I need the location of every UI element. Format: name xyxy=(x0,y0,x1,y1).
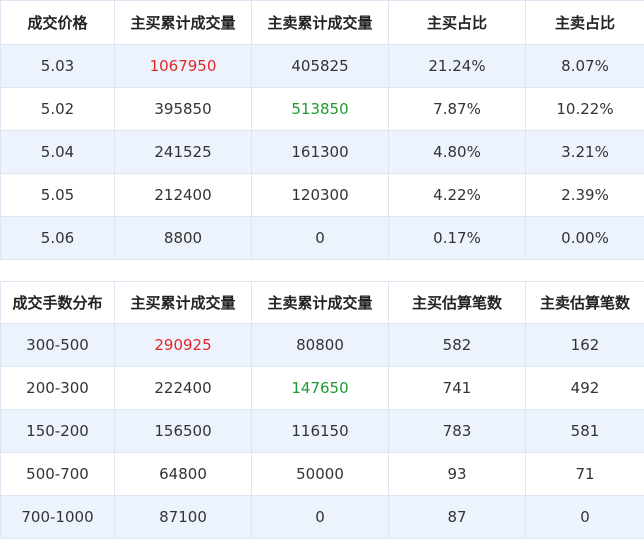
table-spacer xyxy=(0,260,644,281)
column-header-buy-ratio: 主买占比 xyxy=(389,1,526,45)
cell-buy-volume: 156500 xyxy=(115,410,252,453)
cell-sell-count: 0 xyxy=(526,496,644,539)
cell-buy-count: 93 xyxy=(389,453,526,496)
column-header-buy-count: 主买估算笔数 xyxy=(389,282,526,324)
table-row: 700-1000 87100 0 87 0 xyxy=(1,496,644,539)
cell-sell-ratio: 2.39% xyxy=(526,174,644,217)
cell-sell-volume: 513850 xyxy=(252,88,389,131)
cell-buy-volume: 87100 xyxy=(115,496,252,539)
column-header-sell-count: 主卖估算笔数 xyxy=(526,282,644,324)
column-header-sell-ratio: 主卖占比 xyxy=(526,1,644,45)
cell-buy-count: 87 xyxy=(389,496,526,539)
cell-price: 5.04 xyxy=(1,131,115,174)
cell-sell-ratio: 3.21% xyxy=(526,131,644,174)
table-row: 5.02 395850 513850 7.87% 10.22% xyxy=(1,88,644,131)
cell-buy-volume: 241525 xyxy=(115,131,252,174)
cell-sell-volume: 147650 xyxy=(252,367,389,410)
cell-sell-volume: 405825 xyxy=(252,45,389,88)
table-row: 200-300 222400 147650 741 492 xyxy=(1,367,644,410)
cell-sell-volume: 50000 xyxy=(252,453,389,496)
cell-price: 5.05 xyxy=(1,174,115,217)
table-row: 150-200 156500 116150 783 581 xyxy=(1,410,644,453)
table-header-row: 成交价格 主买累计成交量 主卖累计成交量 主买占比 主卖占比 xyxy=(1,1,644,45)
cell-buy-count: 783 xyxy=(389,410,526,453)
table-row: 500-700 64800 50000 93 71 xyxy=(1,453,644,496)
column-header-sell-volume: 主卖累计成交量 xyxy=(252,282,389,324)
cell-buy-volume: 1067950 xyxy=(115,45,252,88)
cell-buy-ratio: 0.17% xyxy=(389,217,526,260)
cell-sell-count: 581 xyxy=(526,410,644,453)
cell-buy-volume: 395850 xyxy=(115,88,252,131)
table-header-row: 成交手数分布 主买累计成交量 主卖累计成交量 主买估算笔数 主卖估算笔数 xyxy=(1,282,644,324)
cell-buy-volume: 222400 xyxy=(115,367,252,410)
cell-sell-ratio: 8.07% xyxy=(526,45,644,88)
cell-sell-count: 71 xyxy=(526,453,644,496)
column-header-sell-volume: 主卖累计成交量 xyxy=(252,1,389,45)
cell-buy-ratio: 7.87% xyxy=(389,88,526,131)
cell-buy-count: 582 xyxy=(389,324,526,367)
cell-sell-volume: 0 xyxy=(252,496,389,539)
cell-sell-count: 162 xyxy=(526,324,644,367)
table-row: 5.05 212400 120300 4.22% 2.39% xyxy=(1,174,644,217)
price-distribution-table: 成交价格 主买累计成交量 主卖累计成交量 主买占比 主卖占比 5.03 1067… xyxy=(0,0,644,260)
column-header-buy-volume: 主买累计成交量 xyxy=(115,1,252,45)
cell-buy-count: 741 xyxy=(389,367,526,410)
cell-sell-ratio: 0.00% xyxy=(526,217,644,260)
cell-lot-size: 200-300 xyxy=(1,367,115,410)
cell-buy-ratio: 21.24% xyxy=(389,45,526,88)
table-row: 5.03 1067950 405825 21.24% 8.07% xyxy=(1,45,644,88)
cell-sell-volume: 116150 xyxy=(252,410,389,453)
table-row: 5.04 241525 161300 4.80% 3.21% xyxy=(1,131,644,174)
cell-sell-volume: 161300 xyxy=(252,131,389,174)
cell-buy-volume: 290925 xyxy=(115,324,252,367)
table-row: 5.06 8800 0 0.17% 0.00% xyxy=(1,217,644,260)
cell-price: 5.02 xyxy=(1,88,115,131)
cell-buy-volume: 64800 xyxy=(115,453,252,496)
cell-sell-volume: 0 xyxy=(252,217,389,260)
column-header-buy-volume: 主买累计成交量 xyxy=(115,282,252,324)
cell-lot-size: 700-1000 xyxy=(1,496,115,539)
cell-buy-ratio: 4.80% xyxy=(389,131,526,174)
cell-sell-ratio: 10.22% xyxy=(526,88,644,131)
lot-size-distribution-table: 成交手数分布 主买累计成交量 主卖累计成交量 主买估算笔数 主卖估算笔数 300… xyxy=(0,281,644,539)
cell-lot-size: 500-700 xyxy=(1,453,115,496)
cell-buy-volume: 212400 xyxy=(115,174,252,217)
cell-sell-count: 492 xyxy=(526,367,644,410)
cell-buy-ratio: 4.22% xyxy=(389,174,526,217)
cell-price: 5.06 xyxy=(1,217,115,260)
cell-price: 5.03 xyxy=(1,45,115,88)
column-header-price: 成交价格 xyxy=(1,1,115,45)
column-header-lot-size: 成交手数分布 xyxy=(1,282,115,324)
cell-lot-size: 150-200 xyxy=(1,410,115,453)
cell-lot-size: 300-500 xyxy=(1,324,115,367)
cell-sell-volume: 80800 xyxy=(252,324,389,367)
table-row: 300-500 290925 80800 582 162 xyxy=(1,324,644,367)
cell-buy-volume: 8800 xyxy=(115,217,252,260)
cell-sell-volume: 120300 xyxy=(252,174,389,217)
